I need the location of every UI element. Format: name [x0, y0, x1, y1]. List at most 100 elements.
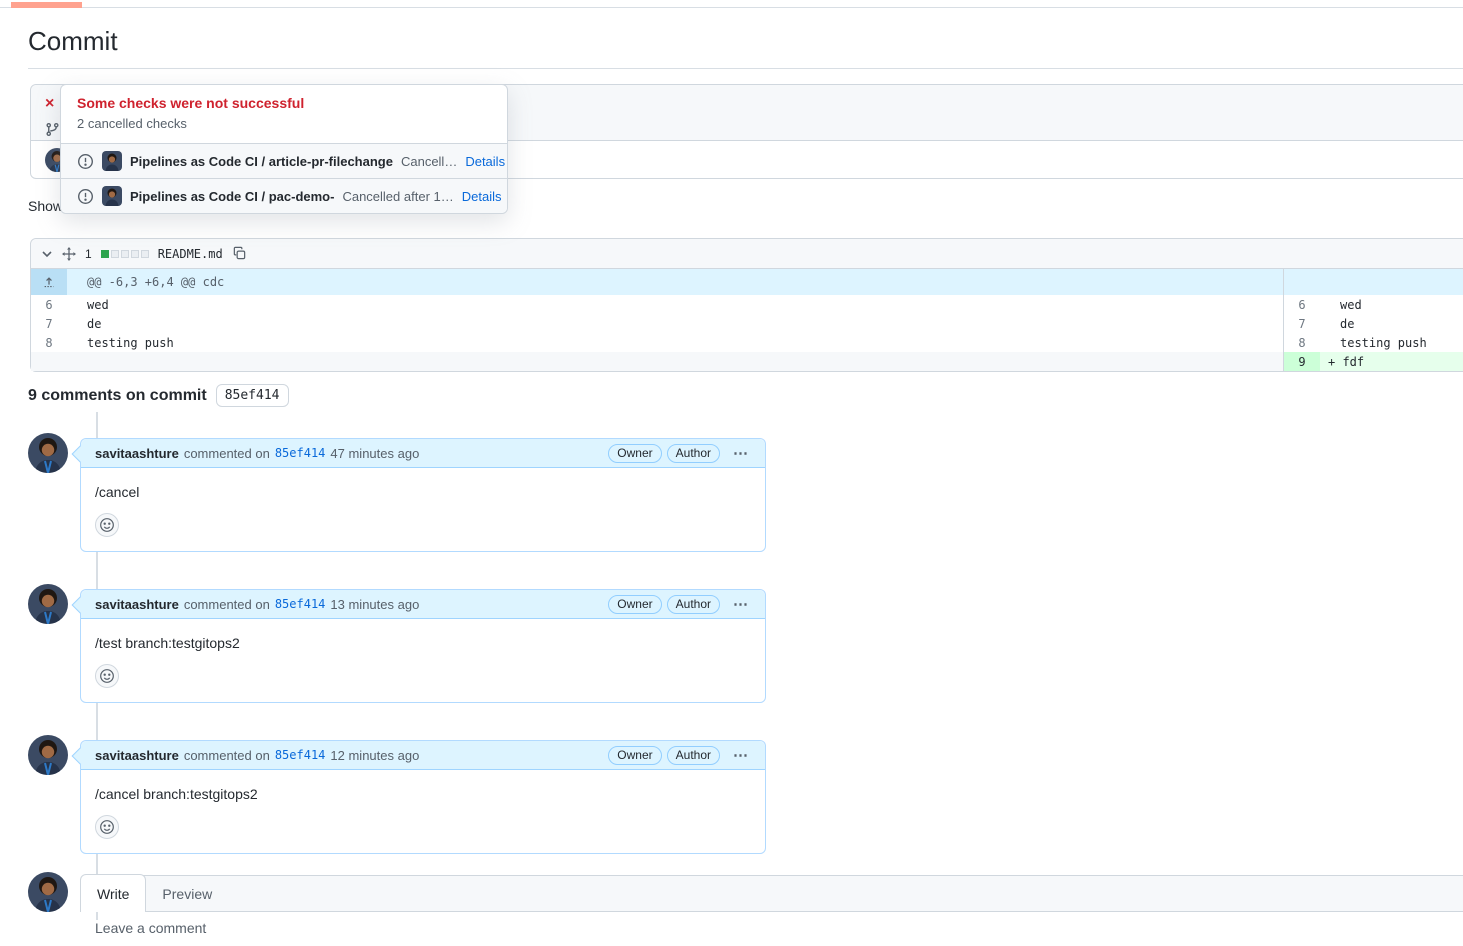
diff-line: 7 de	[31, 314, 1283, 333]
comment-body-text: /cancel branch:testgitops2	[95, 786, 751, 802]
author-badge: Author	[667, 444, 720, 463]
line-text: wed	[1320, 295, 1463, 314]
comment-action-text: commented on	[184, 597, 270, 612]
comment-author-avatar[interactable]	[28, 433, 68, 473]
diff-file-box: 1 README.md @@ -6,3 +6,4 @@ cdc 6 wed	[30, 238, 1463, 372]
diff-left-pane: @@ -6,3 +6,4 @@ cdc 6 wed 7 de 8 testing…	[31, 269, 1283, 371]
check-row: Pipelines as Code CI / pac-demo- Cancell…	[61, 178, 507, 213]
diff-filename[interactable]: README.md	[158, 247, 223, 261]
checks-failed-x-icon[interactable]: ×	[45, 96, 54, 112]
owner-badge: Owner	[608, 746, 661, 765]
add-reaction-button[interactable]	[95, 815, 119, 839]
diff-line: 7 de	[1284, 314, 1463, 333]
comment-box: savitaashture commented on 85ef414 12 mi…	[80, 740, 766, 854]
owner-badge: Owner	[608, 444, 661, 463]
tab-preview[interactable]: Preview	[146, 877, 228, 911]
line-number[interactable]: 6	[31, 295, 67, 314]
add-reaction-button[interactable]	[95, 664, 119, 688]
comment-form-tabs: Write Preview	[80, 875, 1463, 912]
line-text: de	[67, 314, 1283, 333]
comment-timestamp[interactable]: 13 minutes ago	[330, 597, 419, 612]
line-number[interactable]: 8	[31, 333, 67, 352]
git-branch-icon	[45, 122, 60, 137]
diff-line: 8 testing push	[31, 333, 1283, 352]
comment-input[interactable]	[95, 920, 795, 946]
diff-line: 6 wed	[1284, 295, 1463, 314]
diff-right-pane: 6 wed 7 de 8 testing push 9 + fdf	[1283, 269, 1463, 371]
top-divider	[0, 7, 1463, 8]
comment: savitaashture commented on 85ef414 47 mi…	[28, 433, 766, 552]
tab-loading-accent	[11, 2, 82, 8]
comment: savitaashture commented on 85ef414 12 mi…	[28, 735, 766, 854]
comment-author[interactable]: savitaashture	[95, 446, 179, 461]
comment-body-text: /test branch:testgitops2	[95, 635, 751, 651]
comment-header: savitaashture commented on 85ef414 13 mi…	[81, 590, 765, 619]
comment-action-text: commented on	[184, 748, 270, 763]
move-handle-icon[interactable]	[62, 247, 76, 261]
kebab-menu-icon[interactable]: ⋯	[725, 746, 757, 764]
diff-added-line: 9 + fdf	[1284, 352, 1463, 371]
additions-count: 1	[85, 247, 92, 261]
diff-file-header: 1 README.md	[31, 239, 1463, 269]
commit-sha-chip: 85ef414	[216, 384, 289, 407]
line-number[interactable]: 6	[1284, 295, 1320, 314]
new-comment-form: Write Preview	[28, 872, 1463, 946]
check-status: Cancelled after 1…	[342, 189, 453, 204]
add-reaction-button[interactable]	[95, 513, 119, 537]
check-name: Pipelines as Code CI / pac-demo-	[130, 189, 334, 204]
cancelled-alert-icon	[77, 153, 94, 170]
check-app-avatar	[102, 186, 122, 206]
comment-author[interactable]: savitaashture	[95, 748, 179, 763]
diff-line: 6 wed	[31, 295, 1283, 314]
comment-action-text: commented on	[184, 446, 270, 461]
line-text: de	[1320, 314, 1463, 333]
check-app-avatar	[102, 151, 122, 171]
diff-hunk-row: @@ -6,3 +6,4 @@ cdc	[31, 269, 1283, 295]
comment-box: savitaashture commented on 85ef414 13 mi…	[80, 589, 766, 703]
comment-sha-link[interactable]: 85ef414	[275, 597, 326, 611]
comment-timestamp[interactable]: 12 minutes ago	[330, 748, 419, 763]
title-divider	[28, 68, 1463, 69]
comment-sha-link[interactable]: 85ef414	[275, 446, 326, 460]
line-number[interactable]: 9	[1284, 352, 1320, 371]
check-details-link[interactable]: Details	[462, 189, 502, 204]
comments-heading: 9 comments on commit 85ef414	[28, 384, 289, 407]
line-number[interactable]: 8	[1284, 333, 1320, 352]
diff-hunk-filler	[1284, 269, 1463, 295]
page-title: Commit	[28, 26, 118, 57]
author-badge: Author	[667, 746, 720, 765]
comment-author-avatar[interactable]	[28, 584, 68, 624]
comment-timestamp[interactable]: 47 minutes ago	[330, 446, 419, 461]
comment-header: savitaashture commented on 85ef414 47 mi…	[81, 439, 765, 468]
showing-changed-files-text: Show	[28, 198, 63, 214]
comment-author[interactable]: savitaashture	[95, 597, 179, 612]
comment-sha-link[interactable]: 85ef414	[275, 748, 326, 762]
comment: savitaashture commented on 85ef414 13 mi…	[28, 584, 766, 703]
expand-hunk-button[interactable]	[31, 269, 67, 295]
diff-line: 8 testing push	[1284, 333, 1463, 352]
kebab-menu-icon[interactable]: ⋯	[725, 595, 757, 613]
comment-body-text: /cancel	[95, 484, 751, 500]
comments-heading-text: 9 comments on commit	[28, 387, 207, 405]
line-text: testing push	[67, 333, 1283, 352]
line-text: + fdf	[1320, 352, 1463, 371]
check-status: Cancell…	[401, 154, 457, 169]
check-row: Pipelines as Code CI / article-pr-filech…	[61, 143, 507, 178]
kebab-menu-icon[interactable]: ⋯	[725, 444, 757, 462]
tab-write[interactable]: Write	[80, 874, 146, 912]
line-number[interactable]: 7	[1284, 314, 1320, 333]
hunk-header-text: @@ -6,3 +6,4 @@ cdc	[67, 269, 1283, 295]
diffstat-blocks	[101, 250, 149, 258]
check-details-link[interactable]: Details	[465, 154, 505, 169]
checks-popover: Some checks were not successful 2 cancel…	[60, 84, 508, 214]
line-text: testing push	[1320, 333, 1463, 352]
comment-author-avatar[interactable]	[28, 735, 68, 775]
checks-popover-subtitle: 2 cancelled checks	[77, 116, 491, 131]
copy-icon[interactable]	[232, 246, 247, 261]
line-number[interactable]: 7	[31, 314, 67, 333]
current-user-avatar[interactable]	[28, 872, 68, 912]
check-name: Pipelines as Code CI / article-pr-filech…	[130, 154, 393, 169]
cancelled-alert-icon	[77, 188, 94, 205]
chevron-down-icon[interactable]	[41, 248, 53, 260]
checks-popover-title: Some checks were not successful	[77, 95, 491, 111]
